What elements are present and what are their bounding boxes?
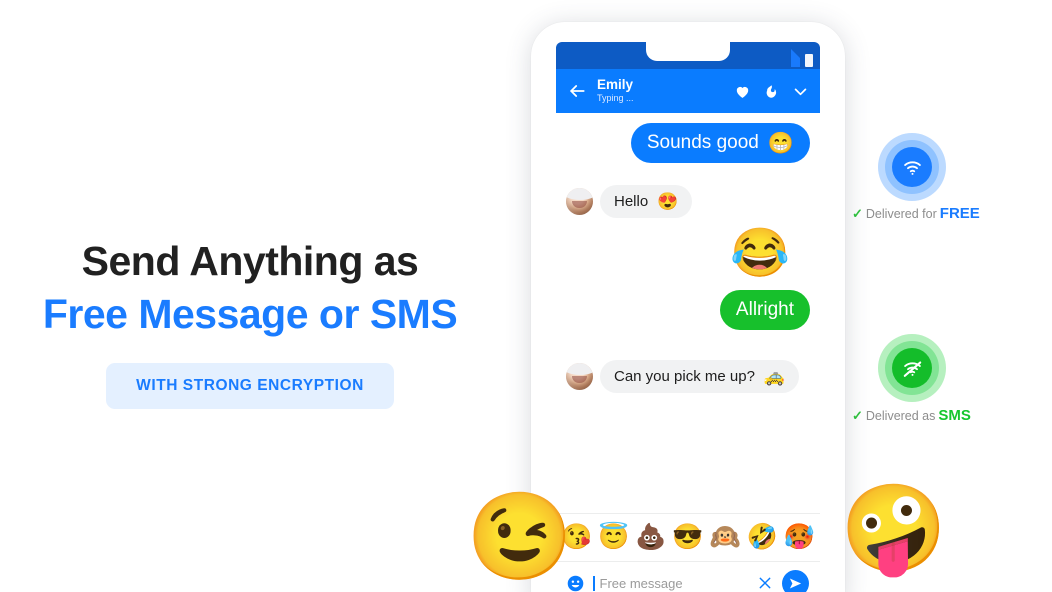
contact-avatar [566, 188, 593, 215]
send-icon[interactable] [782, 569, 809, 592]
message-text: Can you pick me up? [614, 368, 755, 385]
delivery-status-free: ✓ Delivered for FREE [852, 205, 980, 222]
delivery-label: Delivered as [865, 408, 936, 423]
promo-headline-line2: Free Message or SMS [42, 291, 458, 338]
wifi-off-icon [892, 348, 932, 388]
contact-status: Typing ... [597, 93, 634, 104]
wifi-badge-mid [885, 140, 939, 194]
message-row-outgoing-free: Sounds good 😁 [556, 123, 820, 163]
message-bubble[interactable]: Allright [719, 290, 810, 330]
message-bubble[interactable]: Hello 😍 [600, 185, 693, 218]
promo-headline-line1: Send Anything as [81, 238, 419, 284]
message-text: Allright [735, 299, 794, 320]
phone-screen: Emily Typing ... Sounds good 😁 Hello 😍 😂… [556, 42, 820, 592]
wifi-off-badge-outer [878, 334, 946, 402]
transport-badge-free [878, 133, 946, 201]
emoji-hear-no-evil-monkey[interactable]: 🙉 [710, 525, 741, 550]
phone-notch [646, 42, 730, 61]
emoji-hot-face[interactable]: 🥵 [784, 525, 815, 550]
transport-badge-sms [878, 334, 946, 402]
delivery-label: Delivered for [865, 206, 937, 221]
promo-block: Send Anything as Free Message or SMS WIT… [0, 236, 500, 410]
emoji-angel[interactable]: 😇 [598, 525, 629, 550]
emoji-rolling-on-floor-laughing[interactable]: 🤣 [747, 525, 778, 550]
message-text: Hello [614, 193, 649, 210]
tears-of-joy-emoji[interactable]: 😂 [730, 230, 790, 278]
phone-mockup: Emily Typing ... Sounds good 😁 Hello 😍 😂… [531, 22, 845, 592]
message-input-bar: Free message [556, 561, 820, 592]
message-bubble[interactable]: Sounds good 😁 [630, 123, 810, 163]
battery-icon [805, 54, 813, 67]
message-row-outgoing-sms: Allright [556, 290, 820, 330]
message-row-incoming-pickup: Can you pick me up? 🚕 [556, 360, 820, 393]
close-icon[interactable] [757, 575, 773, 591]
text-cursor [593, 575, 595, 591]
check-icon: ✓ [852, 407, 863, 423]
screenshot-root: Send Anything as Free Message or SMS WIT… [0, 0, 1052, 592]
message-row-incoming-hello: Hello 😍 [556, 185, 820, 218]
chat-header-actions [734, 83, 809, 100]
flame-icon[interactable] [764, 83, 779, 100]
chat-header: Emily Typing ... [556, 69, 820, 113]
message-text: Sounds good [646, 132, 759, 153]
back-arrow-icon[interactable] [567, 81, 587, 101]
signal-bars-icon [791, 49, 800, 67]
emoji-suggestion-strip[interactable]: 😘 😇 💩 😎 🙉 🤣 🥵 [556, 513, 820, 561]
conversation-list[interactable]: Sounds good 😁 Hello 😍 😂 Allright Can you… [556, 113, 820, 491]
wifi-badge-outer [878, 133, 946, 201]
status-bar-icons [791, 49, 813, 67]
message-bubble[interactable]: Can you pick me up? 🚕 [600, 360, 800, 393]
chat-header-titles[interactable]: Emily Typing ... [597, 78, 724, 104]
decorative-winking-face-emoji: 😉 [466, 489, 574, 585]
status-bar [556, 42, 820, 69]
taxi-emoji: 🚕 [763, 367, 786, 386]
message-row-outgoing-sticker: 😂 [556, 230, 820, 278]
check-icon: ✓ [852, 205, 863, 221]
emoji-sunglasses[interactable]: 😎 [672, 525, 703, 550]
chevron-down-icon[interactable] [792, 83, 809, 100]
wifi-off-badge-mid [885, 341, 939, 395]
contact-avatar [566, 363, 593, 390]
promo-encryption-badge: WITH STRONG ENCRYPTION [106, 363, 394, 410]
heart-eyes-emoji: 😍 [657, 192, 679, 211]
message-input[interactable]: Free message [600, 576, 749, 591]
heart-icon[interactable] [734, 83, 751, 100]
wifi-icon [892, 147, 932, 187]
contact-name: Emily [597, 77, 634, 93]
decorative-zany-face-emoji: 🤪 [840, 481, 948, 577]
grinning-face-emoji: 😁 [767, 131, 794, 155]
delivery-status-sms: ✓ Delivered as SMS [852, 407, 971, 424]
emoji-poop[interactable]: 💩 [635, 525, 666, 550]
delivery-value: SMS [938, 407, 971, 424]
delivery-value: FREE [939, 205, 980, 222]
